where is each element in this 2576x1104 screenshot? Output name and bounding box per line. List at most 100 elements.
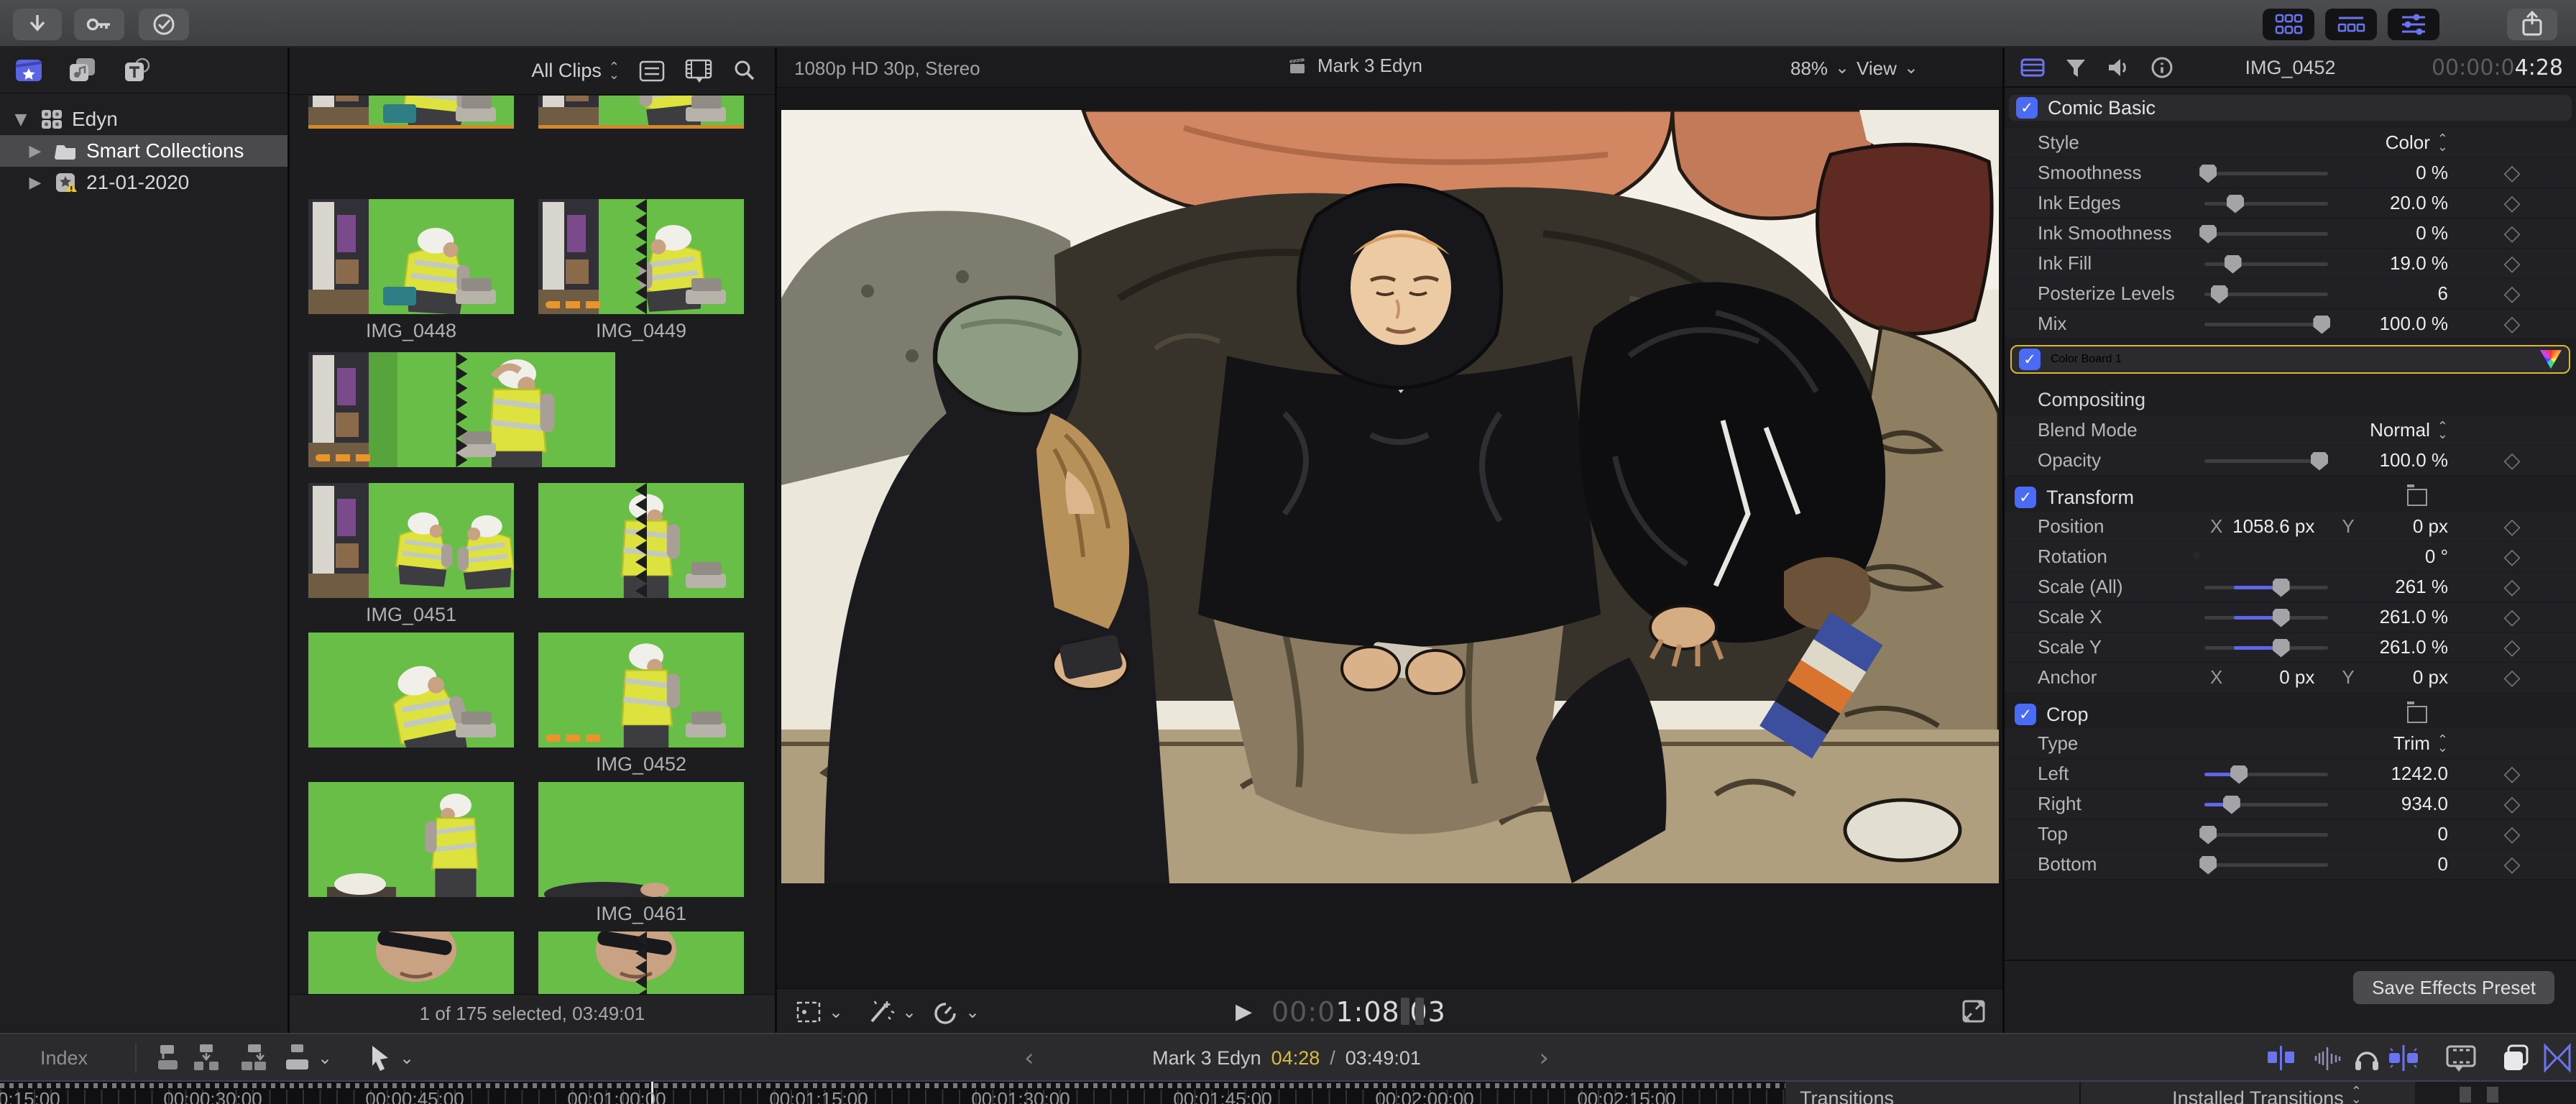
keyframe-button[interactable]: ◇: [2448, 311, 2576, 336]
scale-all-slider[interactable]: [2204, 572, 2328, 602]
scale-y-slider[interactable]: [2204, 632, 2328, 663]
search-icon[interactable]: [732, 58, 758, 84]
sidebar-item-event[interactable]: ▶ 21-01-2020: [0, 167, 288, 198]
next-project-button[interactable]: ›: [1539, 1044, 1549, 1072]
style-popup[interactable]: Color ⌃ ⌄: [2204, 132, 2448, 154]
keyframe-button[interactable]: ◇: [2448, 665, 2576, 690]
clip-thumbnail[interactable]: [308, 932, 514, 994]
disclosure-closed-icon[interactable]: ▶: [24, 174, 46, 192]
overwrite-edit-popup[interactable]: ⌄: [283, 1043, 332, 1073]
keyframe-button[interactable]: ◇: [2448, 822, 2576, 847]
keyframe-button[interactable]: ◇: [2448, 791, 2576, 816]
keyframe-button[interactable]: ◇: [2448, 251, 2576, 276]
photos-audio-tab-icon[interactable]: [68, 57, 98, 84]
transform-enable-checkbox[interactable]: ✓: [2015, 487, 2036, 508]
timeline-ruler[interactable]: 00:00:15:00 00:00:30:00 00:00:45:00 00:01:0…: [0, 1082, 1785, 1104]
enhance-popup[interactable]: ⌄: [866, 998, 916, 1026]
scale-x-slider[interactable]: [2204, 602, 2328, 632]
mix-slider[interactable]: [2204, 309, 2331, 339]
keyframe-button[interactable]: ◇: [2448, 852, 2576, 877]
audio-skimming-toggle-icon[interactable]: [2312, 1043, 2342, 1073]
fullscreen-icon[interactable]: [1959, 997, 1988, 1026]
previous-project-button[interactable]: ‹: [1024, 1044, 1034, 1072]
clip-thumbnail[interactable]: [538, 96, 744, 129]
filmstrip-view-icon[interactable]: [684, 58, 713, 84]
crop-enable-checkbox[interactable]: ✓: [2015, 704, 2036, 725]
keyframe-button[interactable]: ◇: [2448, 160, 2576, 185]
transitions-filter-popup[interactable]: Installed Transitions ⌃ ⌄: [2123, 1085, 2411, 1104]
browser-toggle-button[interactable]: [2263, 9, 2314, 40]
append-edit-button[interactable]: [239, 1043, 268, 1073]
effect-header-comic-basic[interactable]: ✓ Comic Basic: [2009, 95, 2572, 121]
disclosure-closed-icon[interactable]: ▶: [24, 142, 46, 160]
crop-top-slider[interactable]: [2199, 819, 2328, 850]
keyframe-button[interactable]: ◇: [2448, 635, 2576, 660]
anchor-x-field[interactable]: 0 px: [2222, 666, 2314, 689]
crop-type-popup[interactable]: Trim ⌃ ⌄: [2204, 732, 2448, 755]
ink-smoothness-slider[interactable]: [2199, 218, 2328, 249]
blend-mode-popup[interactable]: Normal ⌃ ⌄: [2204, 419, 2448, 441]
smoothness-slider[interactable]: [2199, 158, 2328, 188]
keyframe-button[interactable]: ◇: [2448, 761, 2576, 786]
retime-popup[interactable]: ⌄: [931, 998, 980, 1026]
keyframe-button[interactable]: ◇: [2448, 604, 2576, 630]
keyframe-button[interactable]: ◇: [2448, 544, 2576, 569]
clip-thumbnail[interactable]: [308, 782, 514, 897]
solo-headphones-icon[interactable]: [2351, 1043, 2383, 1073]
clip-thumbnail[interactable]: [308, 632, 514, 748]
posterize-slider[interactable]: [2204, 279, 2328, 309]
crop-right-slider[interactable]: [2204, 789, 2328, 819]
transitions-browser-button[interactable]: [2542, 1041, 2573, 1075]
clip-thumbnail[interactable]: [538, 782, 744, 897]
timeline-project-title[interactable]: Mark 3 Edyn: [1152, 1047, 1261, 1070]
effect-header-color-board[interactable]: ✓ Color Board 1: [2010, 345, 2570, 374]
transitions-list-area[interactable]: [2415, 1082, 2576, 1104]
insert-edit-button[interactable]: [193, 1043, 221, 1073]
effects-browser-button[interactable]: [2500, 1041, 2533, 1075]
opacity-slider[interactable]: [2204, 446, 2328, 476]
sidebar-item-smart-collections[interactable]: ▶ Smart Collections: [0, 135, 288, 167]
ink-fill-slider[interactable]: [2204, 249, 2328, 279]
clip-thumbnail[interactable]: [308, 483, 514, 598]
import-media-button[interactable]: [13, 9, 62, 40]
timeline-toggle-button[interactable]: [2325, 9, 2377, 40]
crop-bottom-slider[interactable]: [2199, 850, 2328, 880]
position-x-field[interactable]: 1058.6 px: [2222, 515, 2314, 538]
snapping-toggle-icon[interactable]: [2387, 1043, 2420, 1073]
list-view-icon[interactable]: [638, 59, 666, 83]
titles-generators-tab-icon[interactable]: [122, 57, 151, 84]
keyframe-button[interactable]: ◇: [2448, 221, 2576, 246]
play-button[interactable]: ▶: [1236, 999, 1252, 1024]
clip-thumbnail[interactable]: [308, 352, 615, 467]
connect-edit-button[interactable]: [155, 1043, 184, 1073]
keyframe-button[interactable]: ◇: [2448, 281, 2576, 306]
position-y-field[interactable]: 0 px: [2355, 515, 2448, 538]
clip-filter-popup[interactable]: All Clips ⌃ ⌄: [531, 60, 620, 82]
keyframe-button[interactable]: ◇: [2448, 190, 2576, 216]
crop-left-slider[interactable]: [2204, 759, 2328, 789]
save-effects-preset-button[interactable]: Save Effects Preset: [2353, 971, 2554, 1004]
rotation-field[interactable]: 0 °: [2328, 546, 2448, 568]
view-popup[interactable]: View ⌄: [1857, 58, 1918, 80]
tool-popup[interactable]: ⌄: [365, 1043, 414, 1073]
index-button[interactable]: Index: [40, 1047, 88, 1070]
clips-tab-icon[interactable]: [14, 57, 43, 84]
library-row-edyn[interactable]: ▼ Edyn: [0, 104, 288, 135]
keyframe-button[interactable]: ◇: [2448, 574, 2576, 599]
transform-tool-popup[interactable]: ⌄: [794, 998, 843, 1026]
audio-meters-button[interactable]: [1401, 998, 1424, 1025]
effect-enable-checkbox[interactable]: ✓: [2016, 97, 2038, 119]
skimming-toggle-icon[interactable]: [2266, 1043, 2297, 1073]
keyframe-button[interactable]: ◇: [2448, 448, 2576, 473]
background-tasks-button[interactable]: [139, 9, 189, 40]
clip-thumbnail[interactable]: [308, 96, 514, 129]
clip-thumbnail[interactable]: [538, 483, 744, 598]
anchor-y-field[interactable]: 0 px: [2355, 666, 2448, 689]
viewer-stage[interactable]: [777, 88, 2002, 988]
zoom-popup[interactable]: 88% ⌄: [1790, 58, 1849, 80]
onscreen-control-icon[interactable]: [2407, 484, 2427, 506]
clip-thumbnail[interactable]: [538, 199, 744, 314]
effect-enable-checkbox[interactable]: ✓: [2019, 349, 2041, 370]
inspector-toggle-button[interactable]: [2388, 9, 2439, 40]
ink-edges-slider[interactable]: [2204, 188, 2328, 218]
